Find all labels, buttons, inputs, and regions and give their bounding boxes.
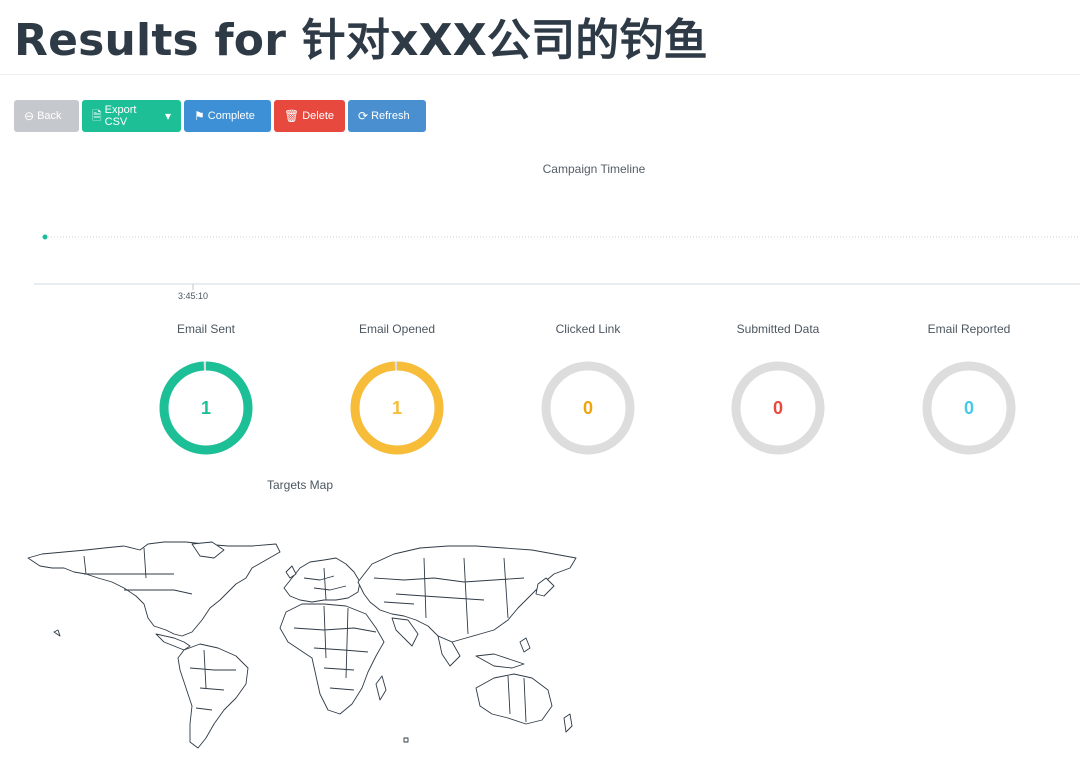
indonesia [475, 653, 525, 669]
refresh-button[interactable]: ⟳ Refresh [348, 100, 426, 132]
delete-button[interactable]: 🗑 Delete [274, 100, 345, 132]
delete-button-label: Delete [302, 110, 335, 122]
north-america [27, 541, 281, 637]
flag-icon: ⚑ [194, 109, 205, 123]
complete-button-label: Complete [207, 110, 255, 122]
stat-value: 0 [582, 398, 593, 418]
back-button[interactable]: ⊖ Back [14, 100, 79, 132]
arabia [391, 617, 419, 647]
submitted-data-donut: 0 [728, 358, 828, 458]
email-reported-donut: 0 [919, 358, 1019, 458]
results-page: Results for 针对xXX公司的钓鱼 ⊖ Back 🗎 Export C… [0, 0, 1080, 771]
stat-label: Submitted Data [736, 322, 820, 336]
toolbar: ⊖ Back 🗎 Export CSV ▾ ⚑ Complete 🗑 Delet… [14, 100, 426, 132]
stat-email-reported: Email Reported 0 [889, 320, 1049, 458]
export-csv-label: Export CSV [104, 104, 137, 128]
timeline-tick-label: 3:45:10 [178, 291, 208, 301]
europe [283, 557, 361, 603]
stat-value: 1 [200, 398, 211, 418]
stat-label: Clicked Link [555, 322, 621, 336]
madagascar [375, 675, 387, 701]
stat-label: Email Opened [358, 322, 436, 336]
new-zealand [563, 713, 573, 733]
stats-row: Email Sent 1 Email Opened 1 Clicked Link [0, 320, 1080, 470]
caret-down-icon: ▾ [164, 109, 171, 123]
email-sent-donut: 1 [156, 358, 256, 458]
central-america [155, 633, 191, 651]
stat-clicked-link: Clicked Link 0 [508, 320, 668, 458]
stat-value: 0 [772, 398, 783, 418]
trash-icon: 🗑 [284, 109, 300, 123]
clicked-link-donut: 0 [538, 358, 638, 458]
email-opened-donut: 1 [347, 358, 447, 458]
targets-world-map[interactable] [24, 538, 580, 754]
timeline-event-point[interactable] [42, 234, 48, 240]
stat-value: 1 [391, 398, 402, 418]
title-divider [0, 74, 1080, 75]
stat-label: Email Sent [176, 322, 236, 336]
stat-value: 0 [963, 398, 974, 418]
stat-submitted-data: Submitted Data 0 [698, 320, 858, 458]
page-title: Results for 针对xXX公司的钓鱼 [14, 15, 708, 66]
stat-email-opened: Email Opened 1 [317, 320, 477, 458]
southern-island [403, 737, 409, 743]
refresh-icon: ⟳ [358, 109, 369, 123]
stat-label: Email Reported [927, 322, 1011, 336]
export-csv-button[interactable]: 🗎 Export CSV ▾ [82, 100, 181, 132]
back-button-label: Back [37, 110, 62, 122]
map-countries [27, 541, 577, 749]
refresh-button-label: Refresh [371, 110, 410, 122]
australia [475, 673, 553, 725]
campaign-timeline-chart: 3:45:10 [34, 234, 1080, 301]
file-icon: 🗎 [92, 109, 102, 123]
south-america [177, 643, 249, 749]
pacific-island [53, 629, 61, 637]
complete-button[interactable]: ⚑ Complete [184, 100, 271, 132]
africa [279, 603, 385, 715]
stat-email-sent: Email Sent 1 [126, 320, 286, 458]
map-title: Targets Map [266, 478, 334, 492]
philippines [519, 637, 531, 653]
back-circle-icon: ⊖ [24, 109, 35, 123]
timeline-title: Campaign Timeline [542, 162, 646, 176]
